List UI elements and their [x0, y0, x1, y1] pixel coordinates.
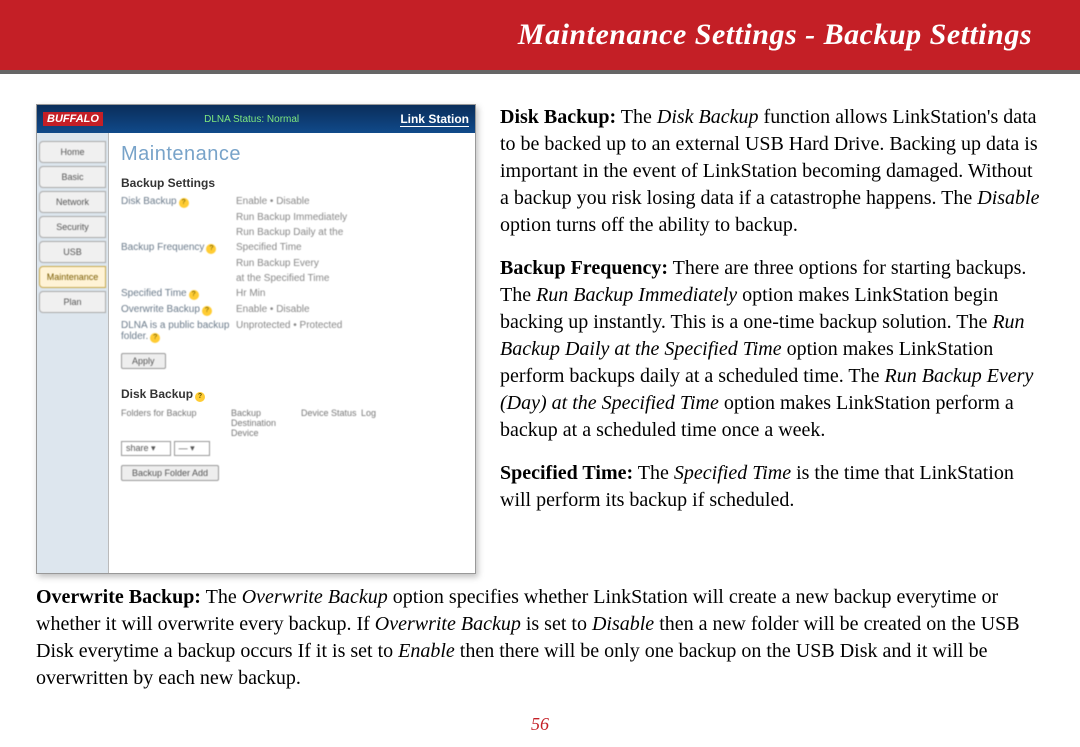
- row-specified-time: Specified Time? Hr Min: [121, 288, 463, 300]
- label-specified-time: Specified Time: [121, 288, 187, 299]
- th-folders: Folders for Backup: [121, 408, 231, 438]
- device-select[interactable]: — ▾: [174, 441, 210, 456]
- header-bar: Maintenance Settings - Backup Settings: [0, 0, 1080, 70]
- row-disk-backup: Disk Backup? Enable • Disable: [121, 196, 463, 208]
- disk-backup-heading: Disk Backup: [121, 387, 193, 401]
- help-icon[interactable]: ?: [179, 198, 189, 208]
- folder-select[interactable]: share ▾: [121, 441, 171, 456]
- page-number: 56: [0, 714, 1080, 735]
- opt-run-every[interactable]: Run Backup Every: [236, 258, 319, 269]
- sidebar-item-usb[interactable]: USB: [39, 241, 106, 263]
- product-name: Link Station: [400, 112, 469, 127]
- help-icon[interactable]: ?: [202, 306, 212, 316]
- label-dlna: DLNA is a public backup folder.: [121, 320, 229, 342]
- help-icon[interactable]: ?: [189, 290, 199, 300]
- app-body: Home Basic Network Security USB Maintena…: [37, 133, 475, 573]
- opts-disk-backup[interactable]: Enable • Disable: [236, 196, 310, 208]
- sidebar: Home Basic Network Security USB Maintena…: [37, 133, 109, 573]
- opt-run-daily[interactable]: Run Backup Daily at the: [236, 227, 343, 238]
- table-row: share ▾ — ▾: [121, 438, 463, 459]
- th-dest: Backup Destination Device: [231, 408, 301, 438]
- opt-run-immediately[interactable]: Run Backup Immediately: [236, 212, 347, 223]
- help-icon[interactable]: ?: [195, 392, 205, 402]
- opts-overwrite[interactable]: Enable • Disable: [236, 304, 310, 316]
- sidebar-item-basic[interactable]: Basic: [39, 166, 106, 188]
- page-title: Maintenance Settings - Backup Settings: [518, 18, 1032, 52]
- disk-backup-table-head: Folders for Backup Backup Destination De…: [121, 408, 463, 438]
- help-icon[interactable]: ?: [150, 333, 160, 343]
- add-folder-button[interactable]: Backup Folder Add: [121, 465, 219, 481]
- section-title: Maintenance: [121, 143, 463, 166]
- sidebar-item-home[interactable]: Home: [39, 141, 106, 163]
- opt-at-specified: at the Specified Time: [236, 273, 329, 284]
- th-status: Device Status: [301, 408, 361, 438]
- help-icon[interactable]: ?: [206, 244, 216, 254]
- label-overwrite: Overwrite Backup: [121, 304, 200, 315]
- opts-backup-frequency[interactable]: Specified Time: [236, 242, 302, 254]
- backup-settings-heading: Backup Settings: [121, 176, 463, 190]
- sidebar-item-network[interactable]: Network: [39, 191, 106, 213]
- para-overwrite-backup: Overwrite Backup: The Overwrite Backup o…: [0, 584, 1080, 692]
- content-wrap: BUFFALO DLNA Status: Normal Link Station…: [0, 74, 1080, 584]
- row-dlna: DLNA is a public backup folder.? Unprote…: [121, 320, 463, 343]
- apply-button[interactable]: Apply: [121, 353, 166, 369]
- field-specified-time[interactable]: Hr Min: [236, 288, 265, 300]
- opts-dlna[interactable]: Unprotected • Protected: [236, 320, 342, 343]
- row-overwrite: Overwrite Backup? Enable • Disable: [121, 304, 463, 316]
- main-panel: Maintenance Backup Settings Disk Backup?…: [109, 133, 475, 573]
- sidebar-item-maintenance[interactable]: Maintenance: [39, 266, 106, 288]
- para-backup-frequency: Backup Frequency: There are three option…: [500, 255, 1044, 444]
- sidebar-item-plan[interactable]: Plan: [39, 291, 106, 313]
- description-column: Disk Backup: The Disk Backup function al…: [500, 104, 1044, 574]
- para-disk-backup: Disk Backup: The Disk Backup function al…: [500, 104, 1044, 239]
- th-log: Log: [361, 408, 411, 438]
- row-backup-frequency: Backup Frequency? Specified Time: [121, 242, 463, 254]
- label-disk-backup: Disk Backup: [121, 196, 177, 207]
- app-topbar: BUFFALO DLNA Status: Normal Link Station: [37, 105, 475, 133]
- brand-logo: BUFFALO: [43, 112, 103, 126]
- dlna-status: DLNA Status: Normal: [204, 114, 299, 125]
- para-specified-time: Specified Time: The Specified Time is th…: [500, 460, 1044, 514]
- embedded-screenshot: BUFFALO DLNA Status: Normal Link Station…: [36, 104, 476, 574]
- sidebar-item-security[interactable]: Security: [39, 216, 106, 238]
- label-backup-frequency: Backup Frequency: [121, 242, 204, 253]
